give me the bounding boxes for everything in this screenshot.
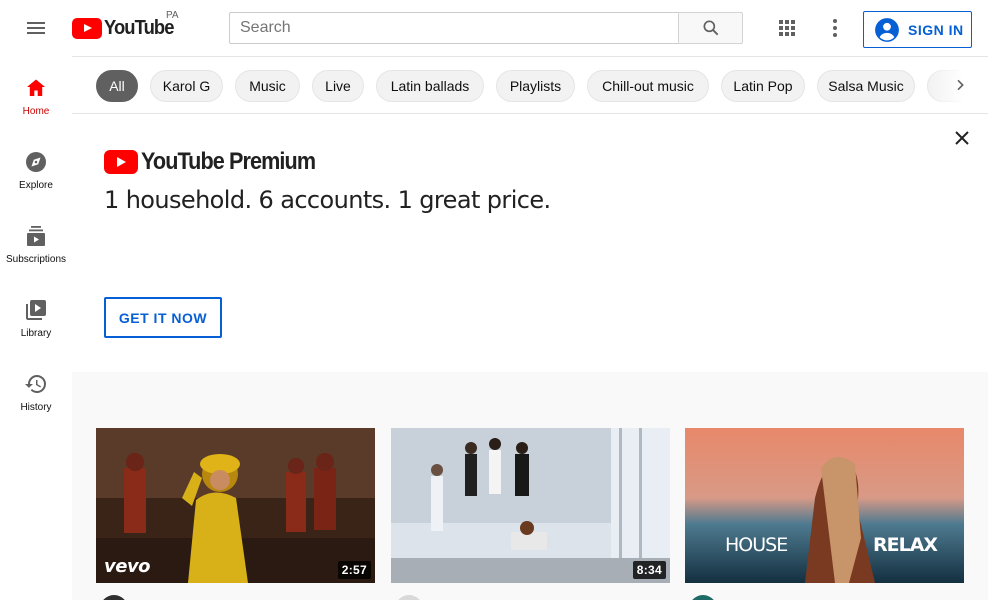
- search-button[interactable]: [678, 12, 743, 44]
- video-thumbnail[interactable]: vevo 2:57: [96, 428, 375, 583]
- guide-menu-button[interactable]: [16, 8, 56, 48]
- thumbnail-image: [685, 428, 964, 583]
- search-input[interactable]: [230, 13, 679, 43]
- more-vert-icon: [833, 19, 837, 37]
- youtube-play-icon: [72, 17, 102, 39]
- premium-logo-text: YouTube Premium: [141, 148, 316, 175]
- banner-tagline: 1 household. 6 accounts. 1 great price.: [104, 186, 551, 214]
- video-duration: 8:34: [632, 561, 666, 579]
- chip-chill-out-music[interactable]: Chill-out music: [587, 70, 709, 102]
- video-thumbnail[interactable]: 8:34: [391, 428, 670, 583]
- guide-item-label: Explore: [19, 180, 53, 191]
- filter-chips-bar: All Karol G Music Live Latin ballads Pla…: [72, 56, 988, 114]
- channel-avatar[interactable]: [689, 595, 717, 600]
- settings-more-button[interactable]: [815, 8, 855, 48]
- chips-next-button[interactable]: [944, 69, 976, 101]
- country-code: PA: [166, 10, 179, 21]
- chip-salsa-music[interactable]: Salsa Music: [817, 70, 915, 102]
- compass-icon: [26, 152, 46, 172]
- guide-item-home[interactable]: Home: [0, 62, 72, 136]
- chip-latin-ballads[interactable]: Latin ballads: [376, 70, 484, 102]
- video-grid: vevo 2:57 8:34 HOUSE RELAX: [72, 372, 988, 600]
- guide-item-label: History: [20, 402, 52, 413]
- guide-sidebar: Home Explore Subscriptions Library Histo…: [0, 56, 72, 600]
- get-it-now-button[interactable]: GET IT NOW: [104, 297, 222, 338]
- logo-text: YouTube: [104, 16, 174, 39]
- banner-close-button[interactable]: [948, 124, 976, 152]
- library-icon: [26, 300, 46, 320]
- chip-live[interactable]: Live: [312, 70, 364, 102]
- thumbnail-text-house: HOUSE: [725, 534, 788, 556]
- apps-grid-icon: [779, 20, 795, 36]
- guide-item-label: Subscriptions: [5, 254, 67, 265]
- youtube-premium-logo: YouTube Premium: [104, 148, 334, 176]
- masthead: YouTube PA SIGN IN: [0, 0, 1000, 56]
- video-duration: 2:57: [337, 561, 371, 579]
- guide-item-label: Home: [22, 106, 50, 117]
- chip-karol-g[interactable]: Karol G: [150, 70, 223, 102]
- video-card[interactable]: vevo 2:57: [96, 428, 375, 600]
- thumbnail-image: [391, 428, 670, 583]
- chip-playlists[interactable]: Playlists: [496, 70, 575, 102]
- account-circle-icon: [875, 17, 899, 42]
- apps-button[interactable]: [767, 8, 807, 48]
- sign-in-button[interactable]: SIGN IN: [863, 11, 972, 48]
- video-card[interactable]: 8:34: [391, 428, 670, 600]
- vevo-watermark: vevo: [104, 556, 151, 577]
- youtube-logo[interactable]: YouTube PA: [72, 10, 180, 40]
- video-card[interactable]: HOUSE RELAX: [685, 428, 964, 600]
- guide-item-label: Library: [20, 328, 52, 339]
- video-thumbnail[interactable]: HOUSE RELAX: [685, 428, 964, 583]
- chip-latin-pop[interactable]: Latin Pop: [721, 70, 805, 102]
- guide-item-explore[interactable]: Explore: [0, 136, 72, 210]
- search-icon: [703, 20, 718, 36]
- chevron-right-icon: [957, 79, 964, 91]
- channel-avatar[interactable]: [395, 595, 423, 600]
- subscriptions-icon: [27, 226, 45, 246]
- history-icon: [25, 375, 46, 393]
- search-box: [229, 12, 679, 44]
- guide-item-subscriptions[interactable]: Subscriptions: [0, 210, 72, 284]
- sign-in-label: SIGN IN: [908, 21, 964, 38]
- chip-music[interactable]: Music: [235, 70, 300, 102]
- guide-item-history[interactable]: History: [0, 358, 72, 432]
- close-icon: [955, 131, 969, 145]
- chip-all[interactable]: All: [96, 70, 138, 102]
- youtube-app: YouTube PA SIGN IN Home: [0, 0, 1000, 600]
- guide-item-library[interactable]: Library: [0, 284, 72, 358]
- menu-icon: [27, 22, 45, 34]
- channel-avatar[interactable]: [100, 595, 128, 600]
- thumbnail-text-relax: RELAX: [873, 534, 938, 556]
- home-icon: [27, 79, 45, 96]
- premium-promo-banner: YouTube Premium 1 household. 6 accounts.…: [72, 114, 988, 372]
- youtube-play-icon: [104, 150, 138, 174]
